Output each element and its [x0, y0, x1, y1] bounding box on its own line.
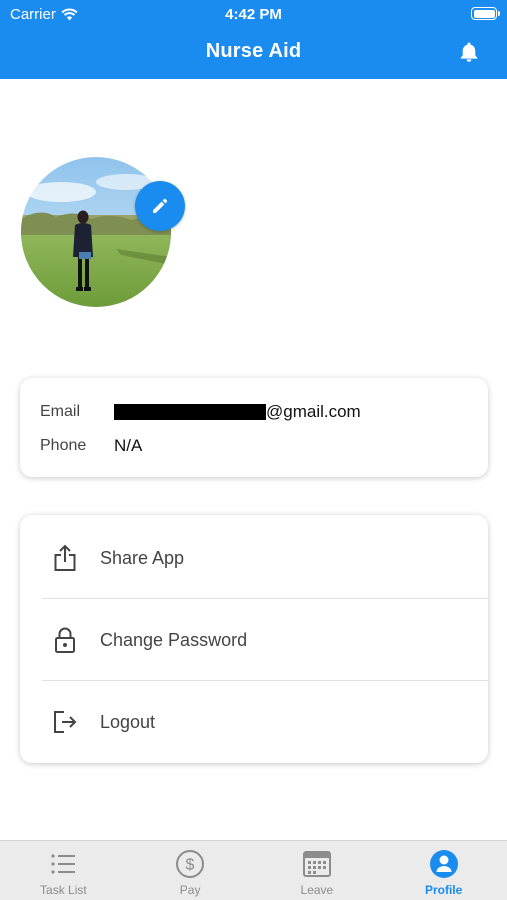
email-domain: @gmail.com [266, 402, 361, 421]
status-bar: Carrier 4:42 PM [0, 0, 507, 28]
phone-label: Phone [40, 437, 87, 454]
page-title: Nurse Aid [205, 40, 302, 62]
tab-task-list[interactable]: Task List [0, 841, 127, 900]
tab-pay[interactable]: $ Pay [127, 841, 254, 900]
share-icon [54, 544, 76, 571]
avatar[interactable] [21, 157, 171, 307]
phone-row: Phone N/A [40, 436, 142, 456]
redaction-bar [114, 404, 266, 420]
change-password-item[interactable]: Change Password [20, 599, 488, 681]
svg-text:$: $ [186, 857, 195, 874]
pencil-icon [153, 198, 168, 213]
lock-icon [55, 627, 75, 653]
profile-photo [21, 157, 171, 307]
tab-label: Profile [424, 883, 463, 897]
bell-icon[interactable] [457, 40, 481, 64]
change-password-label: Change Password [100, 629, 248, 650]
share-app-label: Share App [100, 547, 185, 568]
bottom-tab-bar: Task List $ Pay Leave Profile [0, 840, 507, 900]
contact-info-card: Email @gmail.com Phone N/A [20, 378, 488, 477]
person-icon [429, 850, 458, 878]
edit-avatar-button[interactable] [135, 181, 185, 231]
calendar-icon [302, 851, 331, 877]
tab-label: Task List [40, 883, 87, 897]
logout-label: Logout [100, 711, 156, 732]
list-icon [51, 854, 76, 874]
email-value: @gmail.com [114, 402, 361, 422]
tab-label: Leave [300, 883, 334, 897]
phone-value: N/A [114, 436, 143, 455]
settings-menu-card: Share App Change Password Logout [20, 515, 488, 763]
email-label: Email [40, 403, 81, 420]
share-app-item[interactable]: Share App [20, 517, 488, 599]
logout-item[interactable]: Logout [20, 681, 488, 763]
battery-icon [471, 7, 500, 20]
app-header: Carrier 4:42 PM Nurse Aid [0, 0, 507, 79]
tab-profile[interactable]: Profile [380, 841, 507, 900]
logout-icon [54, 711, 77, 733]
email-row: Email @gmail.com [40, 402, 361, 422]
status-time: 4:42 PM [225, 6, 282, 23]
tab-label: Pay [179, 883, 201, 897]
tab-leave[interactable]: Leave [254, 841, 381, 900]
dollar-icon: $ [176, 850, 205, 878]
avatar-container [21, 157, 185, 307]
